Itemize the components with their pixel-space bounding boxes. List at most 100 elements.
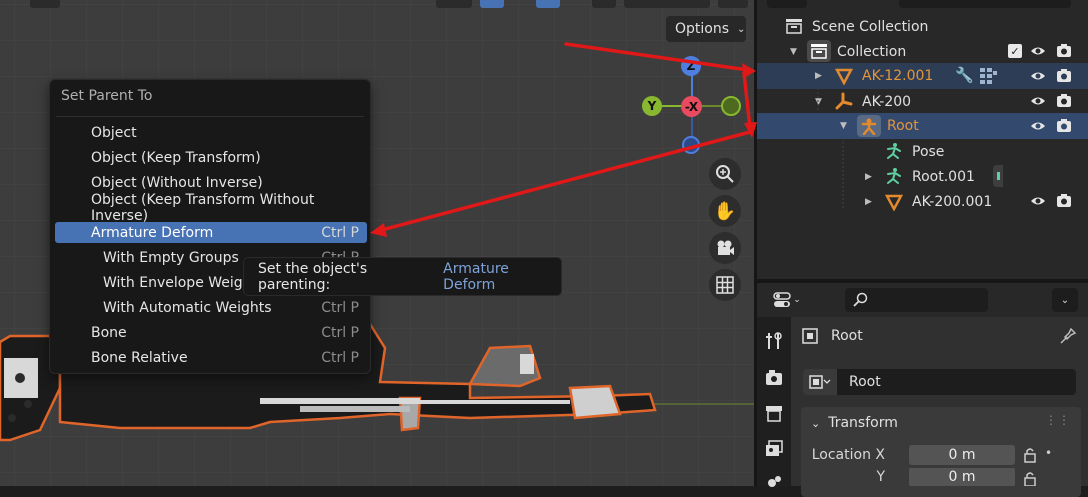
viewport-header-toggle[interactable] — [480, 0, 504, 8]
object-name-value: Root — [849, 374, 881, 390]
menu-item-bone-relative[interactable]: Bone Relative Ctrl P — [55, 347, 367, 368]
tool-icon — [766, 332, 782, 349]
tab-view-layer[interactable] — [762, 437, 786, 461]
drag-handle-icon[interactable]: ⋮⋮ — [1045, 413, 1071, 427]
location-y-label: Y — [876, 469, 885, 485]
menu-item-shortcut: Ctrl P — [321, 349, 359, 366]
transform-title: Transform — [828, 415, 898, 431]
transform-panel-header[interactable]: ⌄ Transform — [811, 415, 898, 431]
menu-item-armature-deform[interactable]: Armature Deform Ctrl P — [55, 222, 367, 243]
viewport-header-button[interactable] — [436, 0, 472, 8]
location-y-field[interactable]: 0 m — [909, 468, 1015, 486]
outliner: Scene Collection ▼ Collection ✓ ▶ AK-12.… — [757, 0, 1088, 279]
outliner-tree-lines — [817, 88, 844, 210]
object-icon — [802, 328, 818, 344]
set-parent-menu: Set Parent To Object Object (Keep Transf… — [49, 79, 371, 374]
properties-main: Root Root ⌄ Transform ⋮⋮ Location X 0 m … — [791, 317, 1088, 497]
scene-icon — [768, 476, 781, 487]
menu-item-object-without-inverse[interactable]: Object (Without Inverse) — [55, 172, 367, 193]
menu-item-label: With Empty Groups — [103, 249, 239, 266]
editor-type-dropdown[interactable]: ⌄ — [767, 289, 807, 311]
object-name-field[interactable]: Root — [803, 369, 1076, 395]
properties-search[interactable] — [845, 288, 988, 312]
menu-item-shortcut: Ctrl P — [321, 224, 359, 241]
menu-item-object-keep-transform[interactable]: Object (Keep Transform) — [55, 147, 367, 168]
viewport-header-button[interactable] — [30, 0, 60, 8]
shading-dropdown[interactable] — [718, 0, 748, 8]
tab-scene[interactable] — [762, 469, 786, 493]
gizmo-neg-x-label: -X — [684, 99, 699, 114]
chevron-down-icon: ⌄ — [1060, 294, 1070, 306]
tab-tool[interactable] — [762, 329, 786, 353]
properties-options-dropdown[interactable]: ⌄ — [1052, 288, 1078, 312]
chevron-down-icon: ⌄ — [737, 23, 746, 35]
output-icon — [766, 406, 782, 422]
object-browse-icon — [809, 375, 831, 389]
gizmo-z-label: Z — [686, 59, 696, 73]
lock-icon[interactable] — [1021, 447, 1039, 463]
tooltip: Set the object's parenting: Armature Def… — [243, 257, 562, 296]
menu-item-object[interactable]: Object — [55, 122, 367, 143]
ortho-toggle-button[interactable] — [709, 269, 741, 301]
location-y-value: 0 m — [948, 469, 976, 485]
location-x-field[interactable]: 0 m — [909, 445, 1015, 465]
menu-item-label: Object (Keep Transform) — [91, 149, 261, 166]
menu-item-label: Bone — [91, 324, 127, 341]
grid-icon — [716, 276, 734, 294]
animate-property-icon[interactable]: • — [1045, 446, 1052, 460]
location-x-row: Location X 0 m • — [801, 444, 1081, 466]
pin-icon[interactable] — [1059, 327, 1077, 345]
gizmo-z-axis[interactable]: Z — [681, 56, 701, 76]
menu-item-label: With Automatic Weights — [103, 299, 272, 316]
hand-icon: ✋ — [713, 200, 737, 222]
search-icon — [853, 292, 868, 307]
menu-title: Set Parent To — [61, 88, 153, 104]
tab-render[interactable] — [762, 365, 786, 389]
gizmo-neg-x-axis[interactable]: -X — [681, 96, 702, 117]
gizmo-neg-y-axis[interactable] — [721, 96, 741, 116]
menu-separator — [56, 116, 364, 117]
location-x-value: 0 m — [948, 447, 976, 463]
camera-view-button[interactable] — [709, 232, 741, 264]
menu-item-shortcut: Ctrl P — [321, 299, 359, 316]
pan-button[interactable]: ✋ — [709, 195, 741, 227]
shading-mode-buttons[interactable] — [624, 0, 710, 8]
menu-item-with-automatic-weights[interactable]: With Automatic Weights Ctrl P — [55, 297, 367, 318]
options-dropdown[interactable]: Options ⌄ — [666, 16, 746, 42]
menu-item-label: Object (Without Inverse) — [91, 174, 263, 191]
menu-item-label: Armature Deform — [91, 224, 214, 241]
chevron-down-icon: ⌄ — [793, 295, 801, 305]
gizmo-y-label: Y — [647, 99, 657, 113]
properties-editor: ⌄ ⌄ Root Root ⌄ Transform ⋮⋮ Location X … — [757, 283, 1088, 497]
zoom-button[interactable] — [709, 158, 741, 190]
menu-item-object-keep-transform-without-inverse[interactable]: Object (Keep Transform Without Inverse) — [55, 192, 367, 224]
object-browse-button[interactable] — [803, 369, 837, 395]
menu-item-label: Object — [91, 124, 137, 141]
properties-editor-icon — [773, 292, 791, 307]
gizmo-neg-z-axis[interactable] — [682, 136, 700, 154]
view-layer-icon — [766, 440, 783, 456]
object-title: Root — [831, 328, 863, 344]
location-x-label: Location X — [811, 447, 885, 463]
menu-item-label: With Envelope Weight — [103, 274, 258, 291]
viewport-header-button[interactable] — [592, 0, 616, 8]
options-label: Options — [675, 21, 730, 37]
location-y-row: Y 0 m — [801, 468, 1081, 486]
zoom-icon — [716, 165, 734, 183]
tooltip-text: Set the object's parenting: — [258, 260, 368, 293]
gizmo-y-axis[interactable]: Y — [642, 96, 662, 116]
render-icon — [766, 370, 782, 385]
menu-item-label: Object (Keep Transform Without Inverse) — [91, 191, 315, 224]
chevron-down-icon: ⌄ — [811, 416, 821, 430]
menu-item-shortcut: Ctrl P — [321, 324, 359, 341]
tab-output[interactable] — [762, 401, 786, 425]
camera-icon — [717, 240, 734, 255]
menu-item-bone[interactable]: Bone Ctrl P — [55, 322, 367, 343]
lock-icon[interactable] — [1021, 471, 1039, 486]
tooltip-value: Armature Deform — [443, 260, 509, 293]
menu-item-label: Bone Relative — [91, 349, 188, 366]
properties-tabs — [757, 317, 791, 487]
viewport-header-toggle[interactable] — [536, 0, 560, 8]
3d-viewport[interactable]: Options ⌄ ‹ Z Y -X ✋ Set Parent To Objec… — [0, 0, 754, 486]
properties-header: ⌄ ⌄ — [757, 283, 1088, 317]
